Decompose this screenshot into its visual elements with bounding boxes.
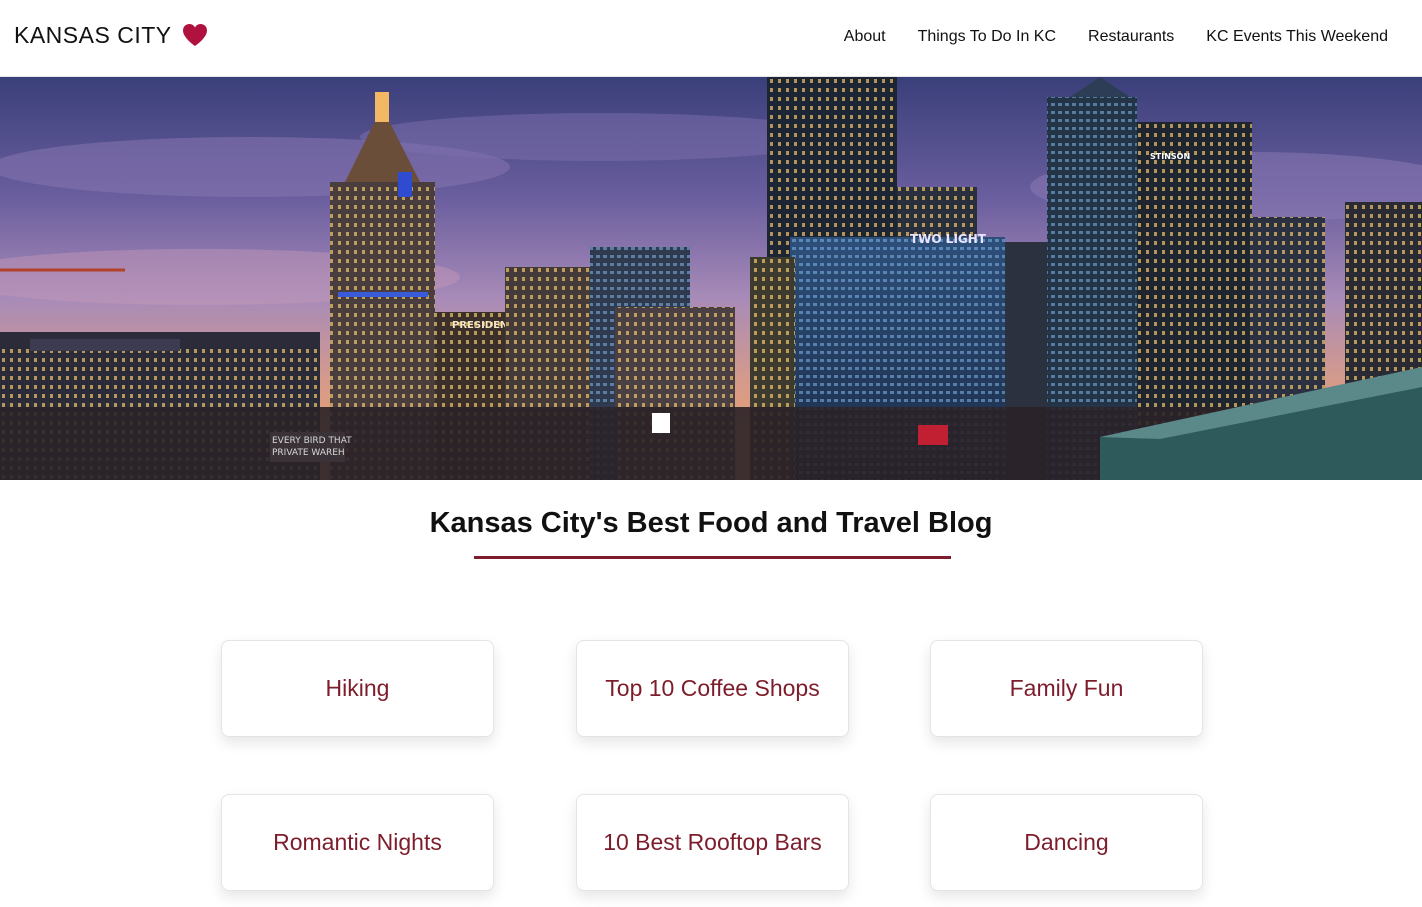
card-family-fun[interactable]: Family Fun (930, 640, 1203, 737)
site-header: KANSAS CITY About Things To Do In KC Res… (0, 0, 1422, 77)
nav-link-events[interactable]: KC Events This Weekend (1206, 26, 1388, 48)
mural-sign-line-2: PRIVATE WAREH (272, 448, 345, 458)
card-dancing[interactable]: Dancing (930, 794, 1203, 891)
card-label: Hiking (325, 675, 390, 701)
stinson-sign: STINSON (1150, 152, 1190, 161)
brand-name: KANSAS CITY (14, 22, 172, 48)
card-label: Top 10 Coffee Shops (605, 675, 820, 701)
card-hiking[interactable]: Hiking (221, 640, 494, 737)
title-underline (474, 556, 951, 559)
nav-link-about[interactable]: About (844, 26, 886, 48)
hero-skyline-image: PRESIDENT TWO LIGHT STINSON EVERY BIRD T… (0, 77, 1422, 480)
card-label: Dancing (1024, 829, 1109, 855)
skyline-illustration: PRESIDENT TWO LIGHT STINSON EVERY BIRD T… (0, 77, 1422, 480)
card-romantic-nights[interactable]: Romantic Nights (221, 794, 494, 891)
card-label: Family Fun (1009, 675, 1124, 701)
mural-sign-line-1: EVERY BIRD THAT (272, 436, 352, 446)
nav-link-things-to-do[interactable]: Things To Do In KC (918, 26, 1056, 48)
main-nav: About Things To Do In KC Restaurants KC … (844, 26, 1388, 48)
card-label: Romantic Nights (273, 829, 442, 855)
two-light-sign: TWO LIGHT (910, 232, 987, 246)
card-rooftop-bars[interactable]: 10 Best Rooftop Bars (576, 794, 849, 891)
brand-logo[interactable]: KANSAS CITY (14, 20, 208, 50)
page-title: Kansas City's Best Food and Travel Blog (429, 507, 993, 539)
card-label: 10 Best Rooftop Bars (603, 829, 822, 855)
nav-link-restaurants[interactable]: Restaurants (1088, 26, 1174, 48)
card-coffee-shops[interactable]: Top 10 Coffee Shops (576, 640, 849, 737)
heart-icon (182, 24, 207, 46)
